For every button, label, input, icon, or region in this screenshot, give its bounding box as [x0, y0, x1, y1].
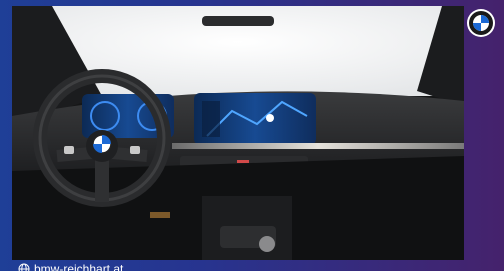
rear-view-mirror: [202, 16, 274, 26]
map-sidebar: [202, 101, 220, 137]
bmw-logo-icon: [467, 9, 495, 37]
car-interior-photo: [12, 6, 464, 260]
globe-icon: [18, 263, 30, 271]
listing-image-frame: bmw-reichhart.at: [0, 0, 504, 271]
idrive-controller: [259, 236, 275, 252]
dashboard-illustration: [12, 6, 464, 260]
right-wheel-buttons: [130, 146, 140, 154]
footwell-ambient-light: [150, 212, 170, 218]
dealer-website-link[interactable]: bmw-reichhart.at: [34, 262, 123, 271]
dashboard-trim: [172, 143, 464, 149]
left-wheel-buttons: [64, 146, 74, 154]
navigation-position-marker: [266, 114, 274, 122]
dealer-website-caption: bmw-reichhart.at: [0, 260, 123, 271]
hazard-light-indicator: [237, 160, 249, 163]
